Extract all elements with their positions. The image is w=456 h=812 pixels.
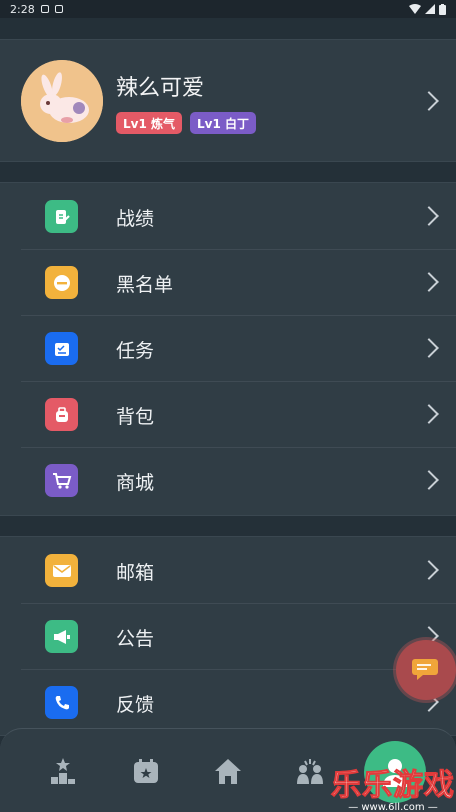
level-badge-rank: Lv1 白丁 xyxy=(190,112,256,134)
menu-label-feedback: 反馈 xyxy=(116,694,155,716)
nav-calendar[interactable] xyxy=(129,754,163,788)
menu-item-announcement[interactable]: 公告 xyxy=(0,603,456,669)
chevron-right-icon xyxy=(419,338,439,358)
watermark-url: — www.6ll.com — xyxy=(348,801,438,812)
chevron-right-icon xyxy=(419,404,439,424)
watermark-title: 乐乐游戏 xyxy=(331,767,455,803)
phone-icon xyxy=(45,686,78,719)
notification-a-icon xyxy=(54,5,63,13)
chevron-right-icon xyxy=(419,91,439,111)
avatar[interactable] xyxy=(21,60,103,142)
notification-icon xyxy=(40,5,49,13)
wifi-icon xyxy=(409,4,421,14)
cellular-icon xyxy=(425,4,435,14)
cart-icon xyxy=(45,464,78,497)
menu-item-blacklist[interactable]: 黑名单 xyxy=(0,249,456,315)
menu-label-task: 任务 xyxy=(116,340,155,362)
menu-group-main: 战绩 黑名单 任务 背包 商城 xyxy=(0,182,456,516)
menu-label-shop: 商城 xyxy=(116,472,155,494)
chevron-right-icon xyxy=(419,206,439,226)
menu-item-shop[interactable]: 商城 xyxy=(0,447,456,513)
nav-ranking[interactable] xyxy=(46,754,80,788)
menu-label-announcement: 公告 xyxy=(116,628,155,650)
backpack-icon xyxy=(45,398,78,431)
friends-icon xyxy=(297,759,323,784)
menu-group-secondary: 邮箱 公告 反馈 xyxy=(0,536,456,736)
podium-icon xyxy=(51,758,75,784)
level-badges: Lv1 炼气 Lv1 白丁 xyxy=(116,112,256,134)
task-icon xyxy=(45,332,78,365)
megaphone-icon xyxy=(45,620,78,653)
watermark: 乐乐游戏 — www.6ll.com — xyxy=(330,760,456,812)
record-icon xyxy=(45,200,78,233)
menu-label-backpack: 背包 xyxy=(116,406,155,428)
status-time: 2:28 xyxy=(10,2,35,16)
menu-item-record[interactable]: 战绩 xyxy=(0,183,456,249)
section-gap xyxy=(0,162,456,182)
level-badge-cultivation: Lv1 炼气 xyxy=(116,112,182,134)
home-icon xyxy=(215,759,241,784)
menu-item-task[interactable]: 任务 xyxy=(0,315,456,381)
top-spacer xyxy=(0,18,456,40)
nav-home[interactable] xyxy=(211,754,245,788)
menu-label-mailbox: 邮箱 xyxy=(116,562,155,584)
menu-item-mailbox[interactable]: 邮箱 xyxy=(0,537,456,603)
floating-chat-button[interactable] xyxy=(396,640,456,700)
chevron-right-icon xyxy=(419,272,439,292)
menu-item-backpack[interactable]: 背包 xyxy=(0,381,456,447)
menu-label-record: 战绩 xyxy=(116,208,155,230)
blacklist-icon xyxy=(45,266,78,299)
rabbit-avatar-icon xyxy=(21,60,103,142)
battery-icon xyxy=(439,3,446,15)
mail-icon xyxy=(45,554,78,587)
menu-item-feedback[interactable]: 反馈 xyxy=(0,669,456,735)
section-gap xyxy=(0,516,456,536)
chat-bubble-icon xyxy=(412,659,438,680)
status-bar: 2:28 xyxy=(0,0,456,18)
menu-label-blacklist: 黑名单 xyxy=(116,274,174,296)
profile-card[interactable]: 辣么可爱 Lv1 炼气 Lv1 白丁 xyxy=(0,40,456,162)
chevron-right-icon xyxy=(419,560,439,580)
username: 辣么可爱 xyxy=(116,76,205,101)
chevron-right-icon xyxy=(419,470,439,490)
nav-friends[interactable] xyxy=(293,754,327,788)
calendar-star-icon xyxy=(134,759,158,783)
